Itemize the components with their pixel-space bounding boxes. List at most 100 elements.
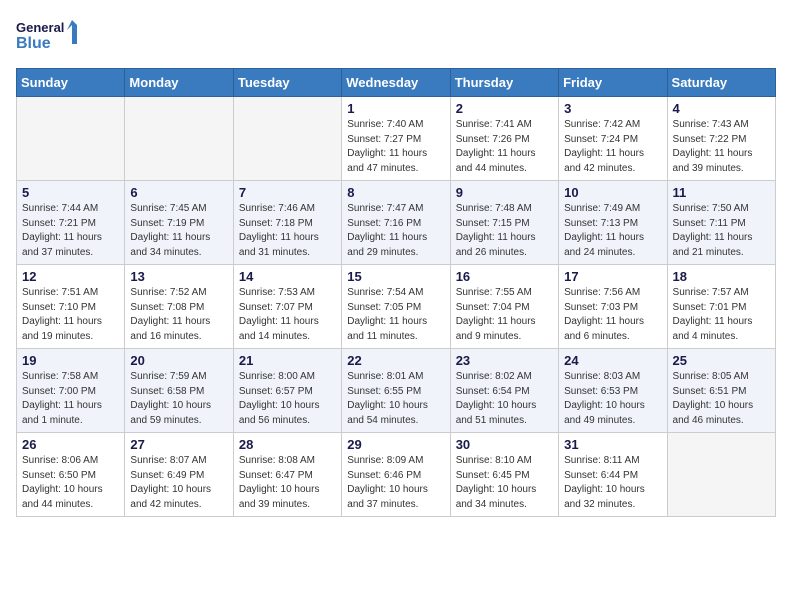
day-info: Sunrise: 7:44 AM Sunset: 7:21 PM Dayligh… bbox=[22, 202, 119, 260]
day-number: 15 bbox=[347, 269, 444, 284]
week-row-3: 12Sunrise: 7:51 AM Sunset: 7:10 PM Dayli… bbox=[17, 265, 776, 349]
svg-text:Blue: Blue bbox=[16, 35, 51, 52]
day-number: 4 bbox=[673, 101, 770, 116]
weekday-header-row: SundayMondayTuesdayWednesdayThursdayFrid… bbox=[17, 69, 776, 97]
day-cell-7: 7 Sunrise: 7:46 AM Sunset: 7:18 PM Daylig… bbox=[233, 181, 341, 265]
day-info: Sunrise: 7:49 AM Sunset: 7:13 PM Dayligh… bbox=[564, 202, 661, 260]
day-number: 24 bbox=[564, 353, 661, 368]
day-cell-20: 20 Sunrise: 7:59 AM Sunset: 6:58 PM Dayli… bbox=[125, 349, 233, 433]
day-info: Sunrise: 7:47 AM Sunset: 7:16 PM Dayligh… bbox=[347, 202, 444, 260]
day-cell-31: 31 Sunrise: 8:11 AM Sunset: 6:44 PM Dayli… bbox=[559, 433, 667, 517]
day-info: Sunrise: 8:05 AM Sunset: 6:51 PM Dayligh… bbox=[673, 370, 770, 428]
day-cell-26: 26 Sunrise: 8:06 AM Sunset: 6:50 PM Dayli… bbox=[17, 433, 125, 517]
day-cell-9: 9Sunrise: 7:48 AM Sunset: 7:15 PM Daylig… bbox=[450, 181, 558, 265]
day-number: 28 bbox=[239, 437, 336, 452]
day-number: 1 bbox=[347, 101, 444, 116]
weekday-header-friday: Friday bbox=[559, 69, 667, 97]
day-info: Sunrise: 8:01 AM Sunset: 6:55 PM Dayligh… bbox=[347, 370, 444, 428]
day-cell-29: 29 Sunrise: 8:09 AM Sunset: 6:46 PM Dayli… bbox=[342, 433, 450, 517]
empty-cell bbox=[667, 433, 775, 517]
day-cell-12: 12Sunrise: 7:51 AM Sunset: 7:10 PM Dayli… bbox=[17, 265, 125, 349]
day-cell-15: 15 Sunrise: 7:54 AM Sunset: 7:05 PM Dayli… bbox=[342, 265, 450, 349]
day-cell-25: 25 Sunrise: 8:05 AM Sunset: 6:51 PM Dayli… bbox=[667, 349, 775, 433]
logo-svg: General Blue bbox=[16, 16, 86, 58]
day-cell-14: 14 Sunrise: 7:53 AM Sunset: 7:07 PM Dayli… bbox=[233, 265, 341, 349]
svg-text:General: General bbox=[16, 20, 64, 35]
day-number: 10 bbox=[564, 185, 661, 200]
day-info: Sunrise: 7:46 AM Sunset: 7:18 PM Dayligh… bbox=[239, 202, 336, 260]
day-info: Sunrise: 7:56 AM Sunset: 7:03 PM Dayligh… bbox=[564, 286, 661, 344]
day-info: Sunrise: 7:55 AM Sunset: 7:04 PM Dayligh… bbox=[456, 286, 553, 344]
day-cell-22: 22 Sunrise: 8:01 AM Sunset: 6:55 PM Dayli… bbox=[342, 349, 450, 433]
day-info: Sunrise: 8:09 AM Sunset: 6:46 PM Dayligh… bbox=[347, 454, 444, 512]
day-number: 31 bbox=[564, 437, 661, 452]
weekday-header-sunday: Sunday bbox=[17, 69, 125, 97]
empty-cell bbox=[17, 97, 125, 181]
day-number: 6 bbox=[130, 185, 227, 200]
day-number: 18 bbox=[673, 269, 770, 284]
day-number: 16 bbox=[456, 269, 553, 284]
day-cell-19: 19 Sunrise: 7:58 AM Sunset: 7:00 PM Dayli… bbox=[17, 349, 125, 433]
day-cell-11: 11Sunrise: 7:50 AM Sunset: 7:11 PM Dayli… bbox=[667, 181, 775, 265]
day-cell-18: 18 Sunrise: 7:57 AM Sunset: 7:01 PM Dayli… bbox=[667, 265, 775, 349]
day-info: Sunrise: 7:50 AM Sunset: 7:11 PM Dayligh… bbox=[673, 202, 770, 260]
day-cell-4: 4Sunrise: 7:43 AM Sunset: 7:22 PM Daylig… bbox=[667, 97, 775, 181]
weekday-header-saturday: Saturday bbox=[667, 69, 775, 97]
day-cell-16: 16 Sunrise: 7:55 AM Sunset: 7:04 PM Dayli… bbox=[450, 265, 558, 349]
day-number: 13 bbox=[130, 269, 227, 284]
day-info: Sunrise: 8:11 AM Sunset: 6:44 PM Dayligh… bbox=[564, 454, 661, 512]
day-cell-8: 8Sunrise: 7:47 AM Sunset: 7:16 PM Daylig… bbox=[342, 181, 450, 265]
week-row-4: 19 Sunrise: 7:58 AM Sunset: 7:00 PM Dayli… bbox=[17, 349, 776, 433]
day-cell-5: 5 Sunrise: 7:44 AM Sunset: 7:21 PM Daylig… bbox=[17, 181, 125, 265]
page-header: General Blue bbox=[16, 16, 776, 58]
day-info: Sunrise: 7:59 AM Sunset: 6:58 PM Dayligh… bbox=[130, 370, 227, 428]
day-cell-30: 30 Sunrise: 8:10 AM Sunset: 6:45 PM Dayli… bbox=[450, 433, 558, 517]
day-cell-2: 2 Sunrise: 7:41 AM Sunset: 7:26 PM Daylig… bbox=[450, 97, 558, 181]
day-cell-28: 28 Sunrise: 8:08 AM Sunset: 6:47 PM Dayli… bbox=[233, 433, 341, 517]
day-info: Sunrise: 8:00 AM Sunset: 6:57 PM Dayligh… bbox=[239, 370, 336, 428]
day-number: 7 bbox=[239, 185, 336, 200]
day-info: Sunrise: 7:40 AM Sunset: 7:27 PM Dayligh… bbox=[347, 118, 444, 176]
weekday-header-thursday: Thursday bbox=[450, 69, 558, 97]
weekday-header-monday: Monday bbox=[125, 69, 233, 97]
day-info: Sunrise: 8:03 AM Sunset: 6:53 PM Dayligh… bbox=[564, 370, 661, 428]
day-number: 5 bbox=[22, 185, 119, 200]
day-cell-13: 13 Sunrise: 7:52 AM Sunset: 7:08 PM Dayli… bbox=[125, 265, 233, 349]
day-number: 22 bbox=[347, 353, 444, 368]
day-info: Sunrise: 8:06 AM Sunset: 6:50 PM Dayligh… bbox=[22, 454, 119, 512]
day-info: Sunrise: 7:42 AM Sunset: 7:24 PM Dayligh… bbox=[564, 118, 661, 176]
day-number: 3 bbox=[564, 101, 661, 116]
weekday-header-tuesday: Tuesday bbox=[233, 69, 341, 97]
day-number: 27 bbox=[130, 437, 227, 452]
day-info: Sunrise: 7:52 AM Sunset: 7:08 PM Dayligh… bbox=[130, 286, 227, 344]
day-info: Sunrise: 7:54 AM Sunset: 7:05 PM Dayligh… bbox=[347, 286, 444, 344]
day-number: 30 bbox=[456, 437, 553, 452]
day-cell-10: 10 Sunrise: 7:49 AM Sunset: 7:13 PM Dayli… bbox=[559, 181, 667, 265]
day-number: 14 bbox=[239, 269, 336, 284]
day-number: 2 bbox=[456, 101, 553, 116]
day-cell-23: 23 Sunrise: 8:02 AM Sunset: 6:54 PM Dayli… bbox=[450, 349, 558, 433]
day-number: 19 bbox=[22, 353, 119, 368]
day-info: Sunrise: 8:08 AM Sunset: 6:47 PM Dayligh… bbox=[239, 454, 336, 512]
day-number: 20 bbox=[130, 353, 227, 368]
day-cell-6: 6 Sunrise: 7:45 AM Sunset: 7:19 PM Daylig… bbox=[125, 181, 233, 265]
empty-cell bbox=[233, 97, 341, 181]
day-info: Sunrise: 8:02 AM Sunset: 6:54 PM Dayligh… bbox=[456, 370, 553, 428]
day-number: 23 bbox=[456, 353, 553, 368]
day-info: Sunrise: 7:45 AM Sunset: 7:19 PM Dayligh… bbox=[130, 202, 227, 260]
day-number: 29 bbox=[347, 437, 444, 452]
day-cell-21: 21 Sunrise: 8:00 AM Sunset: 6:57 PM Dayli… bbox=[233, 349, 341, 433]
day-cell-3: 3 Sunrise: 7:42 AM Sunset: 7:24 PM Daylig… bbox=[559, 97, 667, 181]
day-number: 25 bbox=[673, 353, 770, 368]
day-info: Sunrise: 8:10 AM Sunset: 6:45 PM Dayligh… bbox=[456, 454, 553, 512]
day-number: 26 bbox=[22, 437, 119, 452]
day-info: Sunrise: 7:53 AM Sunset: 7:07 PM Dayligh… bbox=[239, 286, 336, 344]
day-number: 21 bbox=[239, 353, 336, 368]
day-number: 17 bbox=[564, 269, 661, 284]
day-info: Sunrise: 7:41 AM Sunset: 7:26 PM Dayligh… bbox=[456, 118, 553, 176]
day-cell-17: 17 Sunrise: 7:56 AM Sunset: 7:03 PM Dayli… bbox=[559, 265, 667, 349]
week-row-2: 5 Sunrise: 7:44 AM Sunset: 7:21 PM Daylig… bbox=[17, 181, 776, 265]
day-info: Sunrise: 7:57 AM Sunset: 7:01 PM Dayligh… bbox=[673, 286, 770, 344]
weekday-header-wednesday: Wednesday bbox=[342, 69, 450, 97]
day-info: Sunrise: 7:58 AM Sunset: 7:00 PM Dayligh… bbox=[22, 370, 119, 428]
